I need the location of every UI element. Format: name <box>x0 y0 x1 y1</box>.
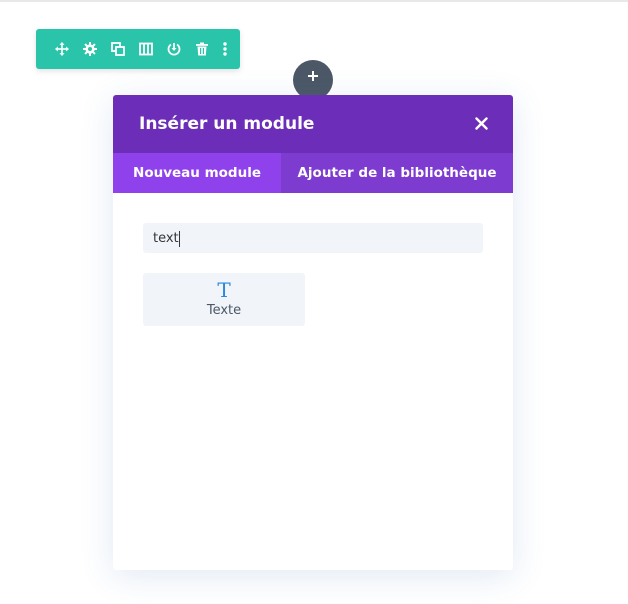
gear-icon <box>83 42 97 56</box>
trash-icon <box>195 42 209 56</box>
close-button[interactable] <box>471 114 491 134</box>
modal-title: Insérer un module <box>139 114 315 134</box>
duplicate-icon <box>111 42 125 56</box>
settings-button[interactable] <box>76 29 104 69</box>
tab-label: Ajouter de la bibliothèque <box>297 165 497 181</box>
save-icon <box>167 42 181 56</box>
duplicate-button[interactable] <box>104 29 132 69</box>
more-icon <box>223 42 227 56</box>
tab-label: Nouveau module <box>133 165 261 181</box>
move-icon <box>55 42 69 56</box>
close-icon <box>474 115 488 134</box>
modal-header: Insérer un module <box>113 95 513 153</box>
modal-tabs: Nouveau module Ajouter de la bibliothèqu… <box>113 153 513 193</box>
plus-icon <box>308 60 318 85</box>
top-border <box>0 0 628 2</box>
columns-icon <box>139 42 153 56</box>
tab-new-module[interactable]: Nouveau module <box>113 153 281 193</box>
save-button[interactable] <box>160 29 188 69</box>
add-module-button[interactable] <box>293 60 333 100</box>
more-options-button[interactable] <box>216 29 234 69</box>
row-toolbar <box>36 29 240 69</box>
tab-add-from-library[interactable]: Ajouter de la bibliothèque <box>281 153 513 193</box>
module-label: Texte <box>206 303 242 318</box>
module-item-text[interactable]: T Texte <box>143 273 305 326</box>
move-button[interactable] <box>48 29 76 69</box>
text-icon: T <box>217 278 231 302</box>
insert-module-modal: Insérer un module Nouveau module Ajouter… <box>113 95 513 570</box>
columns-button[interactable] <box>132 29 160 69</box>
delete-button[interactable] <box>188 29 216 69</box>
text-cursor <box>179 231 180 247</box>
search-input[interactable] <box>143 223 483 253</box>
